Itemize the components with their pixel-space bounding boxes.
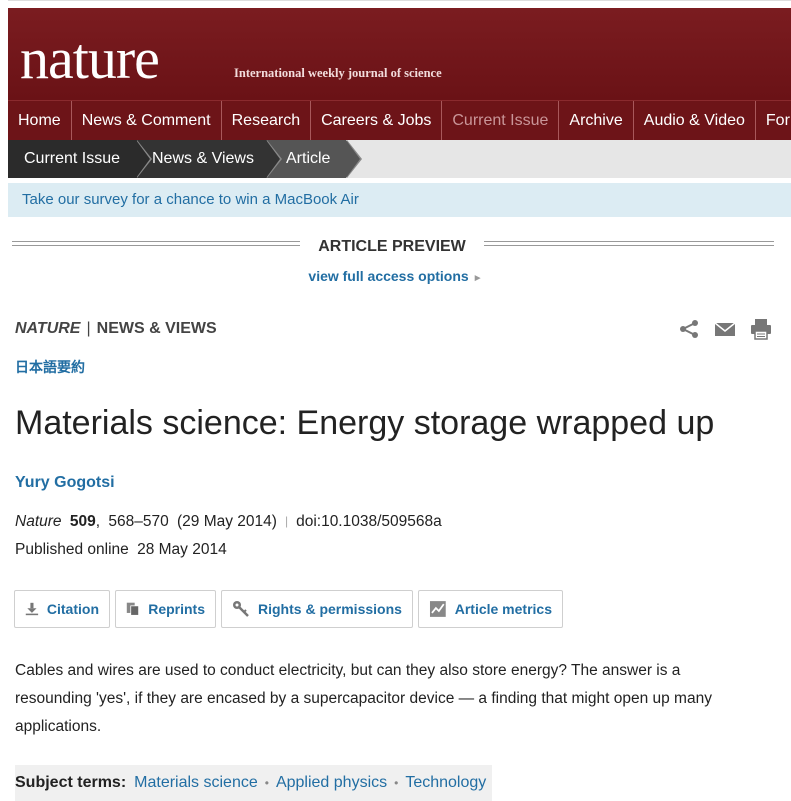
nav-item-current-issue[interactable]: Current Issue [442,101,560,141]
share-icon[interactable] [677,318,701,340]
breadcrumb-current-issue-label: Current Issue [24,150,121,167]
email-icon[interactable] [713,318,737,340]
citation-line: Nature 509, 568–570 (29 May 2014) | doi:10… [15,513,442,530]
subject-term-technology[interactable]: Technology [405,774,486,792]
citation-button[interactable]: Citation [14,590,110,628]
triangle-right-icon: ► [472,273,483,284]
reprints-button-label: Reprints [148,601,205,617]
rights-button-label: Rights & permissions [258,601,402,617]
window-left-edge [0,0,8,800]
subject-terms-label: Subject terms: [15,774,127,791]
reprints-button[interactable]: Reprints [115,590,216,628]
rights-permissions-button[interactable]: Rights & permissions [221,590,413,628]
masthead: nature International weekly journal of s… [8,8,791,100]
breadcrumb: Article News & Views Current Issue [8,140,791,178]
tagline: International weekly journal of science [234,66,442,80]
citation-separator: | [284,514,289,528]
published-online: Published online 28 May 2014 [15,541,227,559]
metrics-chart-icon [429,601,446,617]
reprints-icon [126,602,140,616]
published-date: 28 May 2014 [137,541,227,558]
breadcrumb-news-views[interactable]: News & Views [136,140,282,178]
breadcrumb-news-views-label: News & Views [152,150,254,167]
key-icon [233,601,249,617]
preview-rule-left [12,241,300,246]
preview-rule-right [484,241,774,246]
subject-term-separator: • [394,776,399,790]
citation-volume: 509 [69,513,96,530]
nav-item-careers-jobs[interactable]: Careers & Jobs [311,101,443,141]
breadcrumb-current-issue[interactable]: Current Issue [8,140,152,178]
section-label: NATURE | NEWS & VIEWS [15,320,217,338]
citation-date: (29 May 2014) [177,513,277,530]
section-type[interactable]: NEWS & VIEWS [97,320,217,337]
breadcrumb-arrow [346,140,360,178]
print-icon[interactable] [749,318,773,340]
nav-item-home[interactable]: Home [8,101,72,141]
article-metrics-button[interactable]: Article metrics [418,590,563,628]
nav-item-for[interactable]: For [756,101,791,141]
nav-item-news-comment[interactable]: News & Comment [72,101,222,141]
citation-journal: Nature [15,513,62,530]
citation-pages: 568–570 [108,513,169,530]
subject-term-separator: • [264,776,269,790]
download-icon [25,602,39,616]
breadcrumb-arrow [136,140,150,178]
nature-logo[interactable]: nature [20,30,160,88]
nav-item-audio-video[interactable]: Audio & Video [634,101,756,141]
article-abstract: Cables and wires are used to conduct ele… [15,662,712,735]
subject-terms: Subject terms: Materials science • Appli… [15,765,493,801]
view-full-access-label: view full access options [308,268,469,284]
published-label: Published online [15,541,129,558]
nav-item-archive[interactable]: Archive [559,101,634,141]
author-link[interactable]: Yury Gogotsi [15,474,115,492]
survey-banner[interactable]: Take our survey for a chance to win a Ma… [8,183,791,217]
metrics-button-label: Article metrics [454,601,552,617]
section-separator: | [86,320,91,337]
article-tools [677,318,773,340]
article-action-buttons: Citation Reprints Rights & permissions A… [14,590,563,628]
breadcrumb-article-label: Article [286,150,331,167]
subject-term-materials-science[interactable]: Materials science [134,774,258,792]
main-nav: Home News & Comment Research Careers & J… [8,100,791,141]
view-full-access-link[interactable]: view full access options ► [0,268,791,284]
nav-item-research[interactable]: Research [222,101,312,141]
doi: doi:10.1038/509568a [296,513,442,530]
article-preview-heading: ARTICLE PREVIEW [318,238,466,255]
breadcrumb-arrow [266,140,280,178]
journal-label[interactable]: NATURE [15,320,80,337]
subject-term-applied-physics[interactable]: Applied physics [276,774,387,792]
citation-button-label: Citation [46,601,99,617]
japanese-summary-link[interactable]: 日本語要約 [15,357,85,377]
article-title: Materials science: Energy storage wrappe… [15,404,715,442]
